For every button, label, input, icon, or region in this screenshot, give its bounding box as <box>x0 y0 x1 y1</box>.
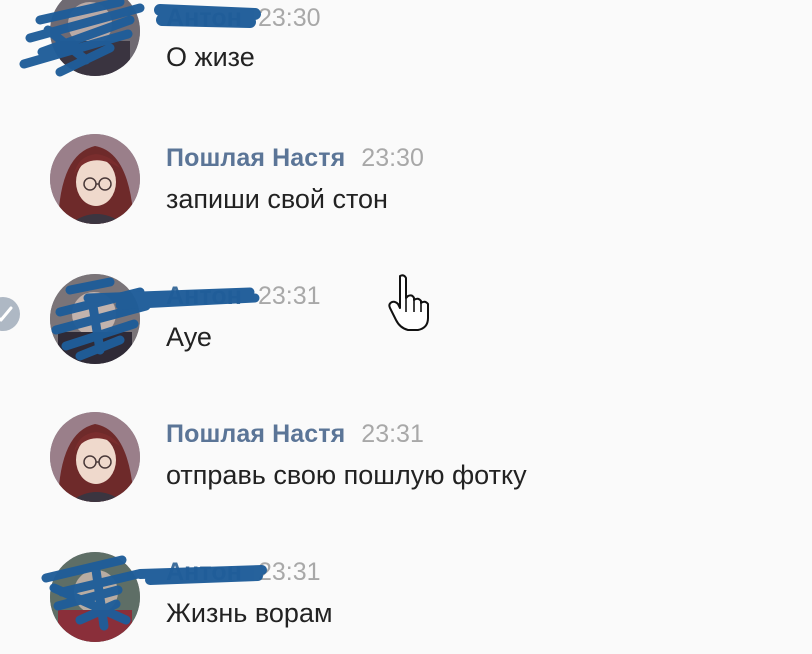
avatar[interactable] <box>50 0 140 76</box>
author-link[interactable]: Пошлая Настя <box>166 420 345 448</box>
message-header: Антон 23:30 <box>166 4 321 38</box>
message-item[interactable]: Антон 23:31 Жизнь ворам <box>0 544 812 654</box>
message-item[interactable]: Пошлая Настя 23:30 запиши свой стон <box>0 126 812 236</box>
author-link[interactable]: Антон <box>166 282 242 310</box>
avatar[interactable] <box>50 552 140 642</box>
message-header: Антон 23:31 <box>166 558 321 592</box>
message-time: 23:30 <box>361 144 424 172</box>
message-text: О жизе <box>166 42 255 72</box>
author-link[interactable]: Пошлая Настя <box>166 144 345 172</box>
avatar[interactable] <box>50 274 140 364</box>
message-text: отправь свою пошлую фотку <box>166 460 527 490</box>
message-text: Жизнь ворам <box>166 598 333 628</box>
read-check-icon <box>0 297 20 331</box>
message-time: 23:31 <box>361 420 424 448</box>
message-time: 23:31 <box>257 558 321 586</box>
author-link[interactable]: Антон <box>166 4 242 32</box>
message-time: 23:30 <box>257 4 321 32</box>
message-item[interactable]: Пошлая Настя 23:31 отправь свою пошлую фо… <box>0 404 812 514</box>
message-header: Антон 23:31 <box>166 282 321 316</box>
message-time: 23:31 <box>257 282 321 310</box>
hand-pointer-cursor-icon <box>386 272 438 332</box>
chat-history: Антон 23:30 О жизе Пошлая Настя 23:30 запи… <box>0 0 812 654</box>
message-text: запиши свой стон <box>166 184 388 214</box>
message-text: Ауе <box>166 322 212 352</box>
message-header: Пошлая Настя 23:30 <box>166 144 424 178</box>
avatar[interactable] <box>50 134 140 224</box>
message-header: Пошлая Настя 23:31 <box>166 420 424 454</box>
author-link[interactable]: Антон <box>166 558 242 586</box>
avatar[interactable] <box>50 412 140 502</box>
message-item[interactable]: Антон 23:30 О жизе <box>0 0 812 88</box>
